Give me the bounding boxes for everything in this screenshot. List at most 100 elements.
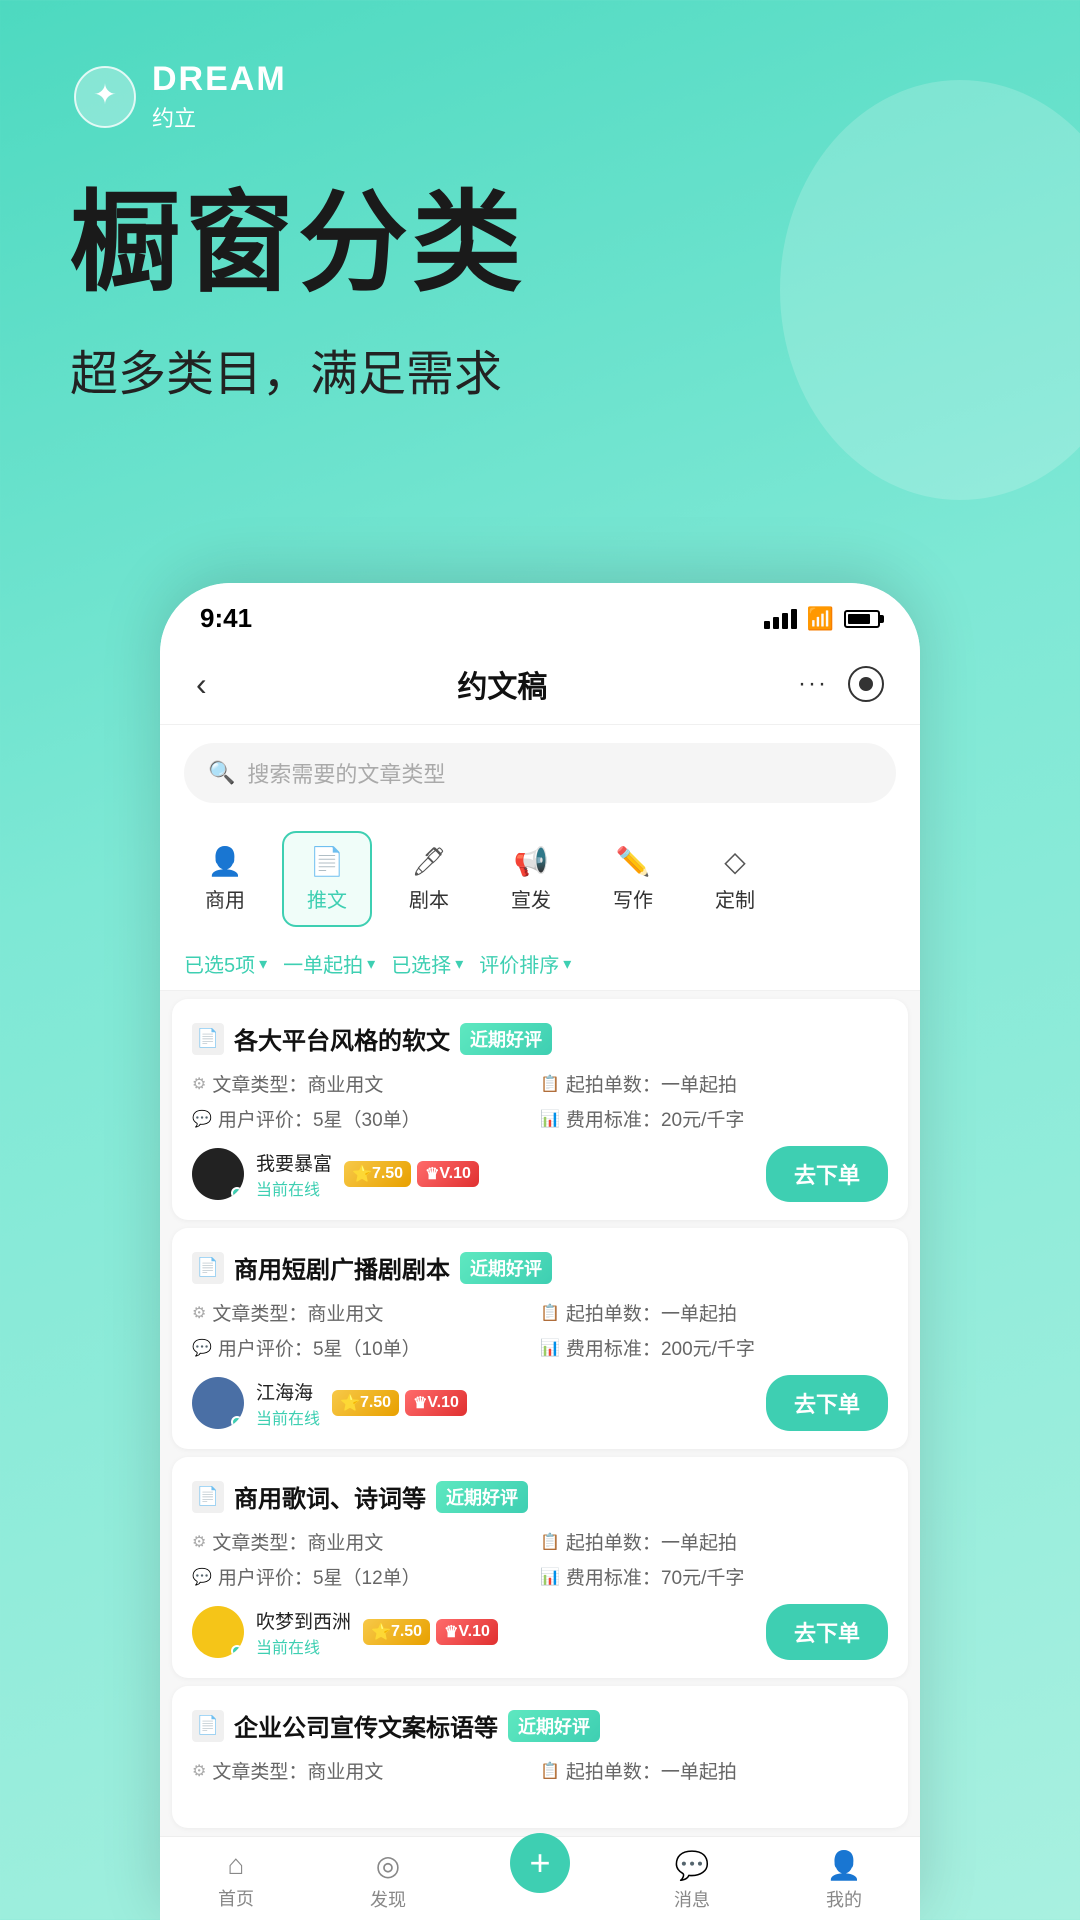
nav-add[interactable]: + [464,1849,616,1912]
card-footer-3: 吹梦到西洲 当前在线 ⭐7.50 ♛V.10 去下单 [192,1604,888,1660]
order-button-2[interactable]: 去下单 [766,1375,888,1431]
signal-bars-icon [764,609,797,629]
meta-user-eval-2: 💬 用户评价：5星（10单） [192,1334,540,1361]
message-icon: 💬 [675,1849,710,1882]
card-type-icon-1: 📄 [192,1023,224,1055]
search-bar[interactable]: 🔍 搜索需要的文章类型 [184,743,896,803]
order-button-3[interactable]: 去下单 [766,1604,888,1660]
category-tabs: 👤 商用 📄 推文 🖊 剧本 📢 宣发 ✏️ 写作 ◇ 定制 [160,821,920,937]
meta-fee-2: 📊 费用标准：200元/千字 [540,1334,888,1361]
card-meta-2: ⚙ 文章类型：商业用文 📋 起拍单数：一单起拍 💬 用户评价：5星（10单） 📊… [192,1299,888,1361]
tab-juben[interactable]: 🖊 剧本 [384,831,474,927]
add-icon: + [529,1842,550,1884]
filter-chosen[interactable]: 已选择 [391,949,463,978]
nav-profile-label: 我的 [826,1886,862,1912]
search-input[interactable]: 搜索需要的文章类型 [247,757,445,789]
card-badge-4: 近期好评 [508,1710,600,1742]
profile-icon: 👤 [827,1849,862,1882]
tab-xiezuo[interactable]: ✏️ 写作 [588,831,678,927]
battery-icon [844,610,880,628]
tab-xiezuo-label: 写作 [613,884,653,913]
card-badge-2: 近期好评 [460,1252,552,1284]
order-button-1[interactable]: 去下单 [766,1146,888,1202]
header-area: ✦ DREAM 约立 橱窗分类 超多类目，满足需求 [0,0,1080,404]
filter-selected[interactable]: 已选5项 [184,949,267,978]
tab-dingzhi[interactable]: ◇ 定制 [690,831,780,927]
seller-name-row-2: 江海海 当前在线 [256,1378,320,1429]
wifi-icon: 📶 [807,606,834,632]
meta-start-order-4: 📋 起拍单数：一单起拍 [540,1757,888,1784]
meta-fee-3: 📊 费用标准：70元/千字 [540,1563,888,1590]
nav-discover[interactable]: ◎ 发现 [312,1849,464,1912]
home-icon: ⌂ [228,1849,245,1881]
shangye-icon: 👤 [208,845,243,878]
meta-article-type-1: ⚙ 文章类型：商业用文 [192,1070,540,1097]
online-dot-1 [231,1187,243,1199]
xuanfa-icon: 📢 [514,845,549,878]
tab-shangye-label: 商用 [205,884,245,913]
meta-start-order-1: 📋 起拍单数：一单起拍 [540,1070,888,1097]
tab-tuiwen[interactable]: 📄 推文 [282,831,372,927]
content-list: 📄 各大平台风格的软文 近期好评 ⚙ 文章类型：商业用文 📋 起拍单数：一单起拍… [160,991,920,1836]
card-type-icon-4: 📄 [192,1710,224,1742]
level-gold-badge-1: ⭐7.50 [344,1161,411,1187]
add-button[interactable]: + [510,1833,570,1893]
service-card-1: 📄 各大平台风格的软文 近期好评 ⚙ 文章类型：商业用文 📋 起拍单数：一单起拍… [172,999,908,1220]
bottom-nav: ⌂ 首页 ◎ 发现 + 💬 消息 👤 我的 [160,1836,920,1920]
more-button[interactable]: ··· [798,670,828,698]
meta-article-type-4: ⚙ 文章类型：商业用文 [192,1757,540,1784]
level-red-badge-2: ♛V.10 [405,1390,467,1416]
tuiwen-icon: 📄 [310,845,345,878]
record-icon [859,677,873,691]
card-meta-4: ⚙ 文章类型：商业用文 📋 起拍单数：一单起拍 [192,1757,888,1784]
card-badge-3: 近期好评 [436,1481,528,1513]
card-title-3: 商用歌词、诗词等 [234,1479,426,1514]
tab-tuiwen-label: 推文 [307,884,347,913]
nav-home-label: 首页 [218,1885,254,1911]
nav-home[interactable]: ⌂ 首页 [160,1849,312,1912]
seller-badges-1: ⭐7.50 ♛V.10 [344,1161,479,1187]
back-button[interactable]: ‹ [196,666,207,703]
nav-bar: ‹ 约文稿 ··· [160,644,920,725]
service-card-3: 📄 商用歌词、诗词等 近期好评 ⚙ 文章类型：商业用文 📋 起拍单数：一单起拍 … [172,1457,908,1678]
nav-message[interactable]: 💬 消息 [616,1849,768,1912]
nav-title: 约文稿 [457,662,547,706]
level-gold-badge-3: ⭐7.50 [363,1619,430,1645]
seller-name-row-1: 我要暴富 当前在线 [256,1149,332,1200]
logo-subtitle: 约立 [152,101,287,133]
card-title-4: 企业公司宣传文案标语等 [234,1708,498,1743]
record-button[interactable] [848,666,884,702]
filter-price[interactable]: 一单起拍 [283,949,375,978]
tab-shangye[interactable]: 👤 商用 [180,831,270,927]
meta-article-type-3: ⚙ 文章类型：商业用文 [192,1528,540,1555]
card-title-1: 各大平台风格的软文 [234,1021,450,1056]
notch [440,583,640,619]
meta-start-order-3: 📋 起拍单数：一单起拍 [540,1528,888,1555]
filter-row: 已选5项 一单起拍 已选择 评价排序 [160,937,920,991]
seller-name-1: 我要暴富 [256,1149,332,1176]
avatar-2 [192,1377,244,1429]
phone-frame: 9:41 📶 ‹ 约文稿 ··· [160,583,920,1920]
seller-info-1: 我要暴富 当前在线 ⭐7.50 ♛V.10 [192,1148,479,1200]
card-meta-3: ⚙ 文章类型：商业用文 📋 起拍单数：一单起拍 💬 用户评价：5星（12单） 📊… [192,1528,888,1590]
page-headline: 橱窗分类 [70,183,1010,304]
status-time: 9:41 [200,603,252,634]
nav-message-label: 消息 [674,1886,710,1912]
seller-name-row-3: 吹梦到西洲 当前在线 [256,1607,351,1658]
nav-profile[interactable]: 👤 我的 [768,1849,920,1912]
svg-text:✦: ✦ [93,79,116,110]
meta-start-order-2: 📋 起拍单数：一单起拍 [540,1299,888,1326]
card-footer-1: 我要暴富 当前在线 ⭐7.50 ♛V.10 去下单 [192,1146,888,1202]
seller-info-2: 江海海 当前在线 ⭐7.50 ♛V.10 [192,1377,467,1429]
dingzhi-icon: ◇ [724,845,746,878]
seller-badges-2: ⭐7.50 ♛V.10 [332,1390,467,1416]
card-footer-2: 江海海 当前在线 ⭐7.50 ♛V.10 去下单 [192,1375,888,1431]
nav-actions: ··· [798,666,884,702]
phone-wrapper: 9:41 📶 ‹ 约文稿 ··· [160,583,920,1920]
tab-xuanfa[interactable]: 📢 宣发 [486,831,576,927]
meta-fee-1: 📊 费用标准：20元/千字 [540,1105,888,1132]
online-dot-2 [231,1416,243,1428]
filter-sort[interactable]: 评价排序 [479,949,571,978]
service-card-2: 📄 商用短剧广播剧剧本 近期好评 ⚙ 文章类型：商业用文 📋 起拍单数：一单起拍… [172,1228,908,1449]
logo-text: DREAM 约立 [152,60,287,133]
